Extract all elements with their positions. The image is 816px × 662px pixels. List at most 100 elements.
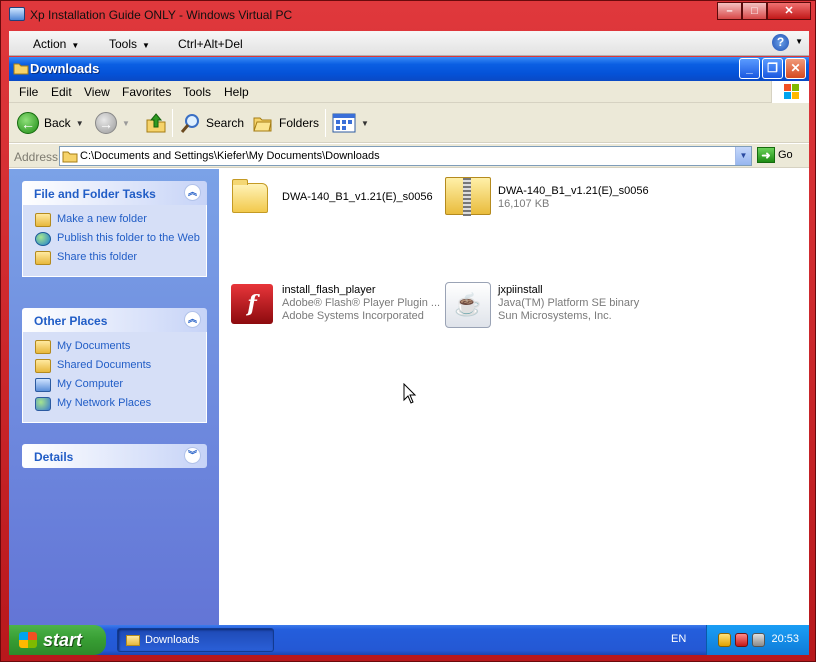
- menu-file[interactable]: File: [19, 85, 38, 99]
- file-description: Java(TM) Platform SE binary: [498, 297, 640, 309]
- file-name: install_flash_player: [282, 284, 376, 296]
- file-company: Sun Microsystems, Inc.: [498, 310, 612, 322]
- file-list: DWA-140_B1_v1.21(E)_s0056 DWA-140_B1_v1.…: [219, 169, 809, 625]
- address-label: Address: [14, 150, 59, 164]
- folder-icon: [232, 179, 268, 213]
- taskbar: start Downloads EN 20:53: [9, 625, 809, 655]
- search-button[interactable]: Search: [179, 111, 244, 135]
- file-item[interactable]: ☕ jxpiinstall Java(TM) Platform SE binar…: [443, 282, 640, 328]
- expand-icon[interactable]: ︾: [184, 447, 201, 464]
- my-computer-icon: [35, 378, 51, 392]
- start-button[interactable]: start: [9, 625, 106, 655]
- file-size: 16,107 KB: [498, 198, 550, 210]
- menu-ctrl-alt-del[interactable]: Ctrl+Alt+Del: [178, 37, 243, 51]
- my-documents-link[interactable]: My Documents: [35, 340, 206, 354]
- file-name: DWA-140_B1_v1.21(E)_s0056: [282, 191, 433, 203]
- folders-icon: [253, 117, 272, 132]
- panel-header[interactable]: Details ︾: [22, 444, 207, 468]
- volume-icon[interactable]: [752, 633, 765, 647]
- menu-tools[interactable]: Tools ▼: [109, 37, 150, 51]
- restore-button[interactable]: ❐: [762, 58, 783, 79]
- folders-button[interactable]: Folders: [252, 111, 319, 135]
- file-item[interactable]: f install_flash_player Adobe® Flash® Pla…: [227, 282, 440, 326]
- go-button[interactable]: ➜ Go: [757, 147, 793, 163]
- window-title: Downloads: [30, 61, 100, 76]
- views-icon: [332, 113, 356, 133]
- explorer-titlebar: Downloads _ ❐ ✕: [9, 57, 809, 81]
- zip-folder-icon: [445, 177, 491, 216]
- address-input[interactable]: C:\Documents and Settings\Kiefer\My Docu…: [59, 146, 752, 166]
- chevron-down-icon: ▼: [361, 118, 369, 128]
- virtual-pc-icon: [9, 7, 25, 21]
- forward-button[interactable]: → ▼: [95, 111, 130, 135]
- publish-to-web-link[interactable]: Publish this folder to the Web: [35, 232, 206, 246]
- my-computer-link[interactable]: My Computer: [35, 378, 206, 392]
- up-folder-icon: [146, 113, 166, 133]
- panel-title: Other Places: [34, 314, 108, 328]
- virtual-pc-menubar: Action ▼ Tools ▼ Ctrl+Alt+Del ? ▼: [9, 31, 809, 56]
- shared-documents-link[interactable]: Shared Documents: [35, 359, 206, 373]
- other-places-panel: Other Places ︽ My Documents Shared Docum…: [22, 308, 207, 423]
- taskbar-item-downloads[interactable]: Downloads: [117, 628, 274, 652]
- clock: 20:53: [771, 633, 799, 645]
- help-icon[interactable]: ?: [772, 34, 789, 51]
- system-tray: 20:53: [706, 625, 809, 655]
- minimize-button[interactable]: –: [717, 2, 742, 20]
- mouse-cursor-icon: [403, 383, 417, 404]
- file-item[interactable]: DWA-140_B1_v1.21(E)_s0056 16,107 KB: [443, 175, 649, 219]
- shared-documents-icon: [35, 359, 51, 373]
- menu-view[interactable]: View: [84, 85, 110, 99]
- explorer-toolbar: ← Back ▼ → ▼ Search Folders ▼: [9, 103, 809, 143]
- menu-action[interactable]: Action ▼: [33, 37, 79, 51]
- forward-arrow-icon: →: [95, 112, 117, 134]
- close-button[interactable]: ✕: [767, 2, 811, 20]
- network-places-icon: [35, 397, 51, 411]
- security-shield-icon[interactable]: [718, 633, 731, 647]
- chevron-down-icon: ▼: [75, 118, 84, 128]
- menu-edit[interactable]: Edit: [51, 85, 72, 99]
- panel-header[interactable]: Other Places ︽: [22, 308, 207, 332]
- make-new-folder-link[interactable]: Make a new folder: [35, 213, 206, 227]
- file-name: DWA-140_B1_v1.21(E)_s0056: [498, 185, 649, 197]
- folder-icon: [13, 63, 29, 75]
- security-alert-icon[interactable]: [735, 633, 748, 647]
- chevron-down-icon: ▼: [71, 41, 80, 50]
- windows-logo-icon: [771, 81, 809, 103]
- maximize-button[interactable]: □: [742, 2, 767, 20]
- up-folder-button[interactable]: [145, 111, 167, 135]
- go-arrow-icon: ➜: [757, 147, 775, 163]
- share-folder-icon: [35, 251, 51, 265]
- language-indicator[interactable]: EN: [671, 633, 686, 645]
- back-button[interactable]: ← Back ▼: [17, 111, 84, 135]
- share-folder-link[interactable]: Share this folder: [35, 251, 206, 265]
- virtual-pc-title: Xp Installation Guide ONLY - Windows Vir…: [30, 8, 293, 22]
- details-panel: Details ︾: [22, 444, 207, 468]
- search-icon: [180, 114, 199, 133]
- file-item[interactable]: DWA-140_B1_v1.21(E)_s0056: [227, 175, 433, 219]
- menu-help[interactable]: Help: [224, 85, 249, 99]
- back-arrow-icon: ←: [17, 112, 39, 134]
- collapse-icon[interactable]: ︽: [184, 184, 201, 201]
- chevron-down-icon[interactable]: ▼: [795, 37, 803, 46]
- my-network-places-link[interactable]: My Network Places: [35, 397, 206, 411]
- minimize-button[interactable]: _: [739, 58, 760, 79]
- virtual-pc-titlebar: Xp Installation Guide ONLY - Windows Vir…: [1, 1, 816, 29]
- file-description: Adobe® Flash® Player Plugin ...: [282, 297, 441, 309]
- chevron-down-icon: ▼: [122, 118, 130, 128]
- panel-header[interactable]: File and Folder Tasks ︽: [22, 181, 207, 205]
- collapse-icon[interactable]: ︽: [184, 311, 201, 328]
- menu-tools[interactable]: Tools: [183, 85, 211, 99]
- flash-icon: f: [231, 284, 273, 324]
- task-pane: File and Folder Tasks ︽ Make a new folde…: [9, 169, 219, 625]
- file-name: jxpiinstall: [498, 284, 543, 296]
- views-button[interactable]: ▼: [332, 111, 369, 135]
- publish-web-icon: [35, 232, 51, 246]
- panel-title: Details: [34, 450, 74, 464]
- folder-icon: [62, 151, 78, 163]
- address-bar: Address C:\Documents and Settings\Kiefer…: [9, 144, 809, 168]
- chevron-down-icon[interactable]: ▼: [735, 147, 751, 165]
- menu-favorites[interactable]: Favorites: [122, 85, 171, 99]
- windows-flag-icon: [19, 632, 37, 648]
- close-button[interactable]: ✕: [785, 58, 806, 79]
- explorer-menubar: File Edit View Favorites Tools Help: [9, 81, 809, 103]
